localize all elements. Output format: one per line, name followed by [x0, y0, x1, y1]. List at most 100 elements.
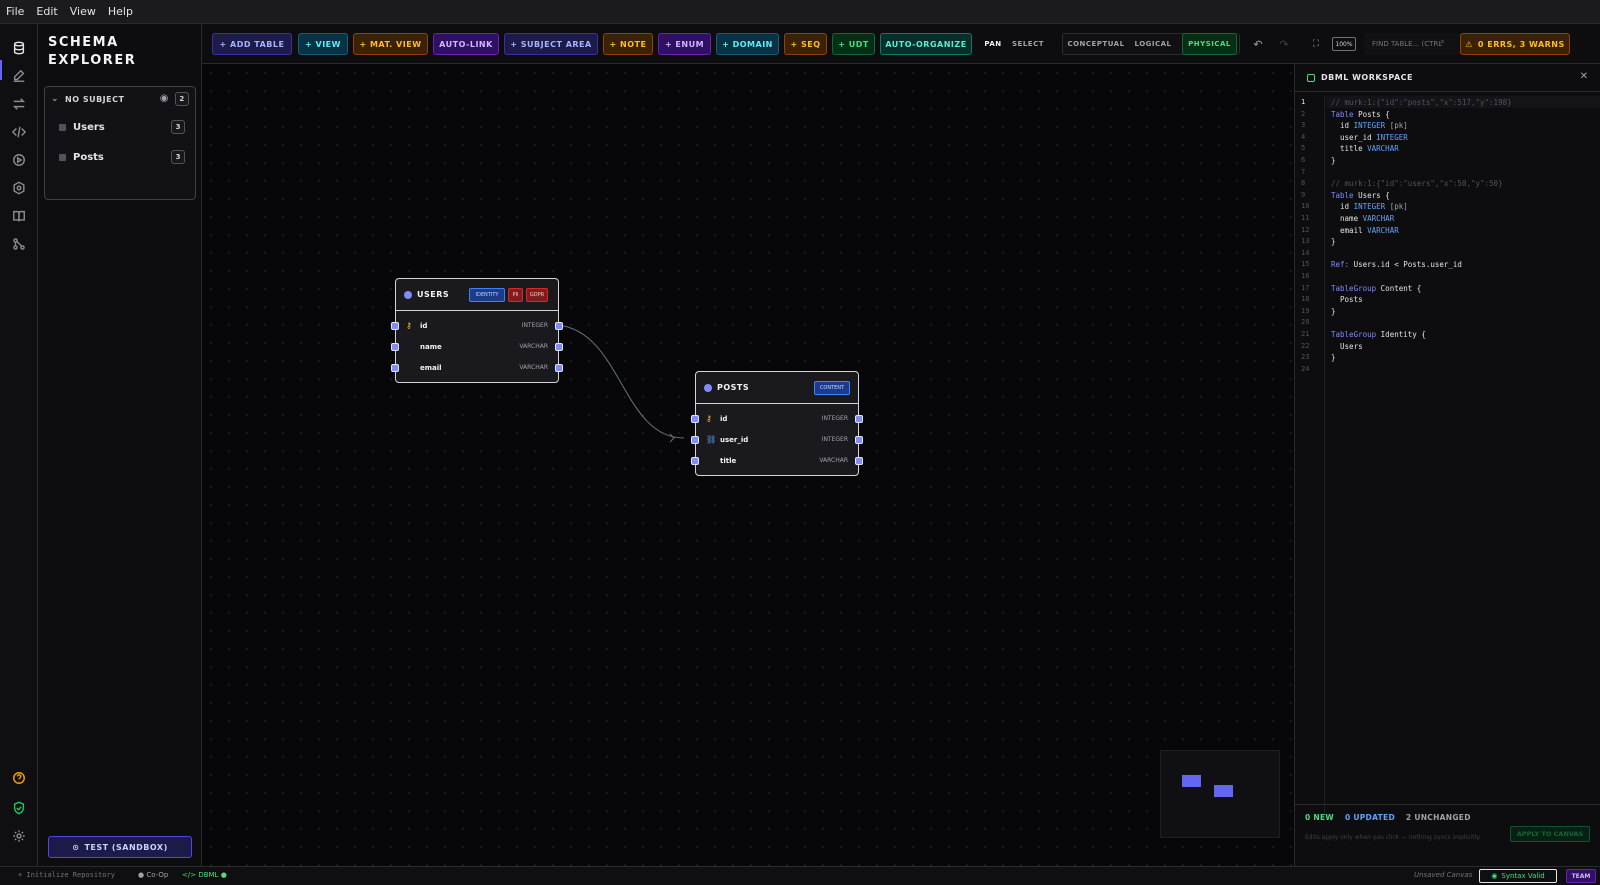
add-domain-button[interactable]: + DOMAIN: [716, 33, 779, 55]
close-icon[interactable]: ✕: [1580, 71, 1588, 82]
port-left[interactable]: [691, 415, 699, 423]
menu-help[interactable]: Help: [108, 5, 133, 18]
port-left[interactable]: [691, 436, 699, 444]
settings-icon[interactable]: [9, 826, 29, 846]
code-line: email VARCHAR: [1340, 225, 1399, 235]
undo-icon[interactable]: ↶: [1250, 36, 1266, 52]
add-subject-area-button[interactable]: + SUBJECT AREA: [504, 33, 598, 55]
code-icon[interactable]: [9, 122, 29, 142]
team-button[interactable]: TEAM: [1566, 869, 1596, 883]
code-line: Users: [1340, 341, 1363, 351]
hexagon-icon[interactable]: [9, 178, 29, 198]
shield-check-icon[interactable]: [9, 798, 29, 818]
apply-to-canvas-button[interactable]: APPLY TO CANVAS: [1510, 826, 1590, 842]
code-line: Posts: [1340, 295, 1363, 305]
menu-file[interactable]: File: [6, 5, 24, 18]
swap-icon[interactable]: [9, 94, 29, 114]
code-editor[interactable]: 1 2 3 4 5 6 7 8 9 10 11 12 13 14 15 16 17 18 19 20 21 22 23 24 …: [1295, 96, 1600, 816]
dbml-label: DBML: [198, 871, 219, 879]
pan-mode-button[interactable]: PAN: [978, 33, 1008, 55]
column-count: 3: [171, 120, 185, 134]
port-right[interactable]: [855, 457, 863, 465]
add-enum-button[interactable]: + ENUM: [658, 33, 711, 55]
fullscreen-icon[interactable]: ⛶: [1308, 36, 1324, 52]
errors-warnings-badge[interactable]: ⚠ 0 ERRS, 3 WARNS: [1460, 33, 1570, 55]
subject-count: 2: [175, 92, 189, 106]
book-icon[interactable]: [9, 206, 29, 226]
test-sandbox-button[interactable]: ⊙ TEST (SANDBOX): [48, 836, 192, 858]
zoom-level[interactable]: 100%: [1332, 37, 1356, 51]
line-number: 3: [1301, 121, 1306, 130]
port-right[interactable]: [855, 436, 863, 444]
menu-edit[interactable]: Edit: [36, 5, 57, 18]
line-number: 5: [1301, 144, 1306, 153]
code-line: user_id INTEGER: [1340, 132, 1408, 142]
redo-icon[interactable]: ↷: [1276, 36, 1292, 52]
git-icon[interactable]: [9, 234, 29, 254]
line-number: 15: [1301, 260, 1310, 269]
column-row[interactable]: name VARCHAR: [396, 336, 558, 357]
column-type: INTEGER: [521, 322, 548, 329]
port-left[interactable]: [391, 343, 399, 351]
add-udt-button[interactable]: + UDT: [832, 33, 875, 55]
edit-icon[interactable]: [9, 66, 29, 86]
play-icon[interactable]: [9, 150, 29, 170]
add-table-button[interactable]: + ADD TABLE: [212, 33, 292, 55]
auto-link-button[interactable]: AUTO-LINK: [433, 33, 499, 55]
menu-view[interactable]: View: [70, 5, 96, 18]
port-left[interactable]: [391, 364, 399, 372]
table-posts[interactable]: POSTS CONTENT ⚷ id INTEGER ⛓ user_id INT…: [691, 371, 863, 476]
add-seq-button[interactable]: + SEQ: [784, 33, 827, 55]
column-row[interactable]: ⛓ user_id INTEGER: [696, 429, 858, 450]
conceptual-button[interactable]: CONCEPTUAL: [1066, 33, 1126, 55]
add-note-button[interactable]: + NOTE: [603, 33, 653, 55]
help-icon[interactable]: [9, 768, 29, 788]
column-type: VARCHAR: [819, 457, 848, 464]
line-number: 2: [1301, 109, 1306, 118]
auto-organize-button[interactable]: AUTO-ORGANIZE: [880, 33, 972, 55]
select-mode-button[interactable]: SELECT: [1010, 33, 1046, 55]
sidebar: SCHEMA EXPLORER ⌄ NO SUBJECT ◉ 2 Users 3…: [38, 24, 202, 866]
initialize-repository-link[interactable]: + Initialize Repository: [18, 871, 115, 879]
column-count: 3: [171, 150, 185, 164]
subject-label: NO SUBJECT: [65, 94, 125, 104]
add-mat-view-button[interactable]: + MAT. VIEW: [353, 33, 428, 55]
column-row[interactable]: email VARCHAR: [396, 357, 558, 378]
line-number: 7: [1301, 167, 1306, 176]
key-icon: ⚷: [706, 414, 712, 423]
dbml-status[interactable]: </> DBML ●: [182, 871, 227, 879]
port-right[interactable]: [555, 322, 563, 330]
column-row[interactable]: title VARCHAR: [696, 450, 858, 471]
add-view-button[interactable]: + VIEW: [298, 33, 348, 55]
subject-header[interactable]: ⌄ NO SUBJECT ◉ 2: [45, 87, 195, 111]
port-right[interactable]: [555, 343, 563, 351]
column-row[interactable]: ⚷ id INTEGER: [396, 315, 558, 336]
column-type: INTEGER: [821, 415, 848, 422]
tag-content: CONTENT: [814, 381, 850, 395]
database-icon[interactable]: [9, 38, 29, 58]
chevron-down-icon[interactable]: ⌄: [51, 94, 59, 104]
sidebar-item-label: Posts: [73, 151, 104, 163]
column-row[interactable]: ⚷ id INTEGER: [696, 408, 858, 429]
schema-canvas[interactable]: USERS IDENTITY PII GDPR ⚷ id INTEGER nam…: [202, 64, 1294, 866]
find-table-input[interactable]: [1364, 33, 1464, 55]
port-left[interactable]: [691, 457, 699, 465]
line-number: 11: [1301, 214, 1310, 222]
sidebar-item-users[interactable]: Users 3: [45, 116, 195, 138]
logical-button[interactable]: LOGICAL: [1128, 33, 1178, 55]
table-users[interactable]: USERS IDENTITY PII GDPR ⚷ id INTEGER nam…: [391, 278, 563, 383]
sidebar-item-posts[interactable]: Posts 3: [45, 146, 195, 168]
line-number: 16: [1301, 272, 1310, 280]
physical-button[interactable]: PHYSICAL: [1182, 33, 1237, 55]
minimap[interactable]: [1160, 750, 1280, 838]
diff-stats: 0 NEW 0 UPDATED 2 UNCHANGED: [1305, 813, 1479, 822]
code-line: }: [1331, 156, 1336, 165]
port-left[interactable]: [391, 322, 399, 330]
search-icon: ⌕: [1440, 37, 1446, 47]
port-right[interactable]: [855, 415, 863, 423]
eye-icon[interactable]: ◉: [160, 93, 169, 104]
table-header[interactable]: USERS IDENTITY PII GDPR: [396, 279, 558, 311]
table-header[interactable]: POSTS CONTENT: [696, 372, 858, 404]
port-right[interactable]: [555, 364, 563, 372]
coop-status[interactable]: ● Co-Op: [138, 871, 168, 879]
